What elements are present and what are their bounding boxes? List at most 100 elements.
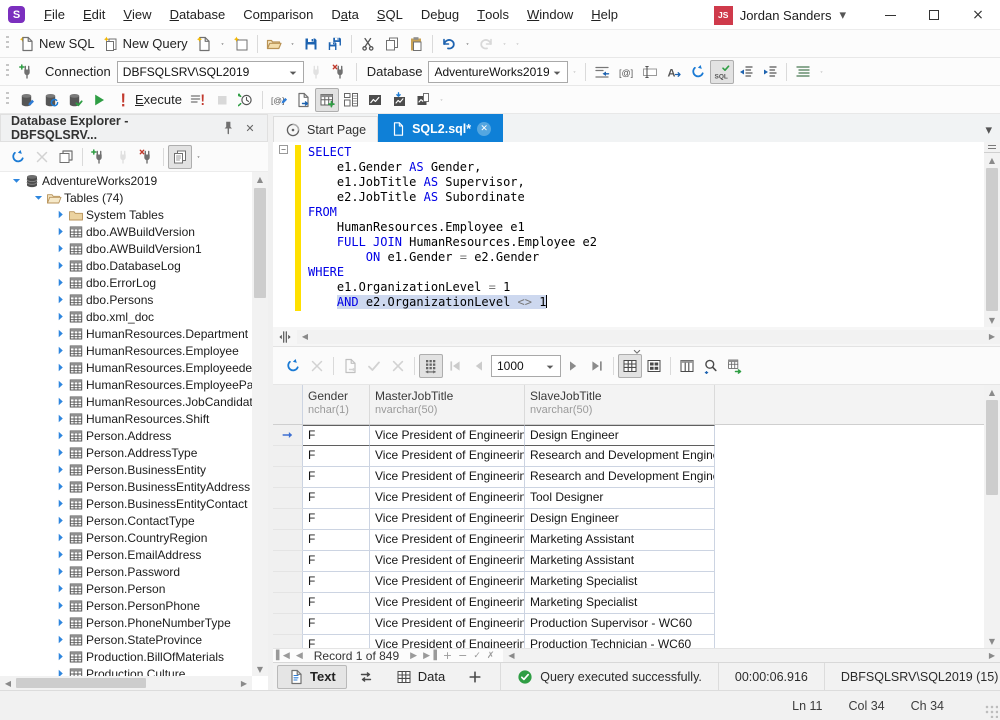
tree-item[interactable]: Tables (74) (0, 189, 252, 206)
expand-arrow-icon[interactable] (52, 394, 68, 410)
refresh-button[interactable] (686, 60, 710, 84)
tree-item[interactable]: Person.BusinessEntityAddress (0, 478, 252, 495)
combo-caret-icon[interactable] (549, 65, 565, 81)
expand-arrow-icon[interactable] (52, 377, 68, 393)
cell[interactable]: Vice President of Engineering (370, 488, 525, 509)
tree-item[interactable]: HumanResources.Department (0, 325, 252, 342)
edit-database-button[interactable] (15, 88, 39, 112)
editor-vscrollbar[interactable]: ▲ ▼ (984, 153, 1000, 327)
collapse-arrow-icon[interactable] (8, 173, 24, 189)
cell[interactable]: Vice President of Engineering (370, 572, 525, 593)
code-line[interactable]: e1.JobTitle AS Supervisor, (308, 175, 984, 190)
cell[interactable]: F (303, 635, 370, 648)
code-line[interactable]: e1.OrganizationLevel = 1 (308, 280, 984, 295)
check-database-button[interactable] (63, 88, 87, 112)
cell[interactable]: Vice President of Engineering (370, 614, 525, 635)
cell[interactable]: F (303, 551, 370, 572)
find-in-grid-button[interactable] (699, 354, 723, 378)
tree-item[interactable]: Production.Culture (0, 665, 252, 676)
grid-vscrollbar[interactable]: ▲ ▼ (984, 385, 1000, 648)
connect-button[interactable] (111, 145, 135, 169)
database-select[interactable]: AdventureWorks2019 (428, 61, 568, 83)
execute-script-button[interactable] (186, 88, 210, 112)
tree-item[interactable]: Person.PersonPhone (0, 597, 252, 614)
tree-item[interactable]: dbo.AWBuildVersion (0, 223, 252, 240)
new-document-button[interactable] (192, 32, 216, 56)
minimize-button[interactable] (868, 0, 912, 30)
pin-icon[interactable] (217, 117, 239, 139)
paste-button[interactable] (404, 32, 428, 56)
new-sql-button[interactable]: New SQL (15, 32, 99, 56)
expand-arrow-icon[interactable] (52, 649, 68, 665)
table-row[interactable]: FVice President of EngineeringResearch a… (273, 467, 984, 488)
edit-parameters-button[interactable]: [@] (614, 60, 638, 84)
tree-item[interactable]: dbo.ErrorLog (0, 274, 252, 291)
table-row[interactable]: FVice President of EngineeringMarketing … (273, 593, 984, 614)
decrease-indent-button[interactable] (734, 60, 758, 84)
menu-help[interactable]: Help (582, 0, 627, 30)
dropdown-caret-icon[interactable] (435, 88, 448, 112)
execute-button[interactable]: Execute (111, 88, 186, 112)
refresh-database-button[interactable] (39, 88, 63, 112)
tab-sql2-sql-[interactable]: SQL2.sql*✕ (378, 114, 503, 142)
cell[interactable]: Vice President of Engineering (370, 425, 525, 446)
disconnect-button[interactable] (328, 60, 352, 84)
toolbar-grip[interactable] (6, 36, 9, 51)
menu-window[interactable]: Window (518, 0, 582, 30)
tree-item[interactable]: Person.EmailAddress (0, 546, 252, 563)
go-to-line-button[interactable] (590, 60, 614, 84)
expand-arrow-icon[interactable] (52, 496, 68, 512)
disconnect-button[interactable] (135, 145, 159, 169)
next-record-button[interactable]: ▶ (407, 651, 420, 661)
combo-caret-icon[interactable] (542, 359, 558, 375)
tree-item[interactable]: Person.CountryRegion (0, 529, 252, 546)
save-all-button[interactable] (323, 32, 347, 56)
tab-text[interactable]: Text (277, 665, 347, 689)
cancel-button[interactable] (305, 354, 329, 378)
results-to-grid-button[interactable] (315, 88, 339, 112)
code-line[interactable]: SELECT (308, 145, 984, 160)
fold-marker-icon[interactable]: − (279, 145, 288, 154)
cell[interactable]: Design Engineer (525, 509, 715, 530)
validate-sql-button[interactable]: SQL (710, 60, 734, 84)
tree-item[interactable]: HumanResources.EmployeePay (0, 376, 252, 393)
table-row[interactable]: FVice President of EngineeringResearch a… (273, 446, 984, 467)
expand-arrow-icon[interactable] (52, 632, 68, 648)
tree-item[interactable]: System Tables (0, 206, 252, 223)
new-window-button[interactable] (229, 32, 253, 56)
tab-close-icon[interactable]: ✕ (477, 122, 491, 136)
column-chooser-button[interactable] (675, 354, 699, 378)
tree-item[interactable]: dbo.Persons (0, 291, 252, 308)
cell[interactable]: Marketing Assistant (525, 551, 715, 572)
cell[interactable]: Vice President of Engineering (370, 593, 525, 614)
cell[interactable]: F (303, 467, 370, 488)
grid-hscrollbar[interactable]: ◀ ▶ (503, 649, 1000, 663)
export-document-button[interactable] (291, 88, 315, 112)
dropdown-caret-icon[interactable] (286, 32, 299, 56)
cell[interactable]: Vice President of Engineering (370, 551, 525, 572)
tree-item[interactable]: Person.PhoneNumberType (0, 614, 252, 631)
column-header-masterjobtitle[interactable]: MasterJobTitlenvarchar(50) (370, 385, 525, 424)
table-row[interactable]: FVice President of EngineeringProduction… (273, 635, 984, 648)
run-button[interactable] (87, 88, 111, 112)
tab-start-page[interactable]: Start Page (273, 116, 378, 142)
copy-chart-button[interactable] (411, 88, 435, 112)
table-row[interactable]: FVice President of EngineeringMarketing … (273, 551, 984, 572)
tree-item[interactable]: Person.Person (0, 580, 252, 597)
new-connection-button[interactable] (15, 60, 39, 84)
rename-button[interactable] (638, 60, 662, 84)
cell[interactable]: F (303, 614, 370, 635)
sql-editor[interactable]: SELECT e1.Gender AS Gender, e1.JobTitle … (273, 142, 1000, 327)
code-line[interactable]: ON e1.Gender = e2.Gender (308, 250, 984, 265)
cell[interactable]: Design Engineer (525, 425, 715, 446)
first-page-button[interactable] (443, 354, 467, 378)
collapse-results-chevron-icon[interactable] (626, 346, 648, 361)
close-button[interactable]: × (956, 0, 1000, 30)
refresh-explorer-button[interactable] (6, 145, 30, 169)
cell[interactable]: F (303, 446, 370, 467)
resize-grip[interactable] (984, 704, 998, 718)
new-explorer-window-button[interactable] (54, 145, 78, 169)
user-menu-caret-icon[interactable]: ▾ (839, 7, 846, 23)
expand-arrow-icon[interactable] (52, 258, 68, 274)
connect-button[interactable] (304, 60, 328, 84)
